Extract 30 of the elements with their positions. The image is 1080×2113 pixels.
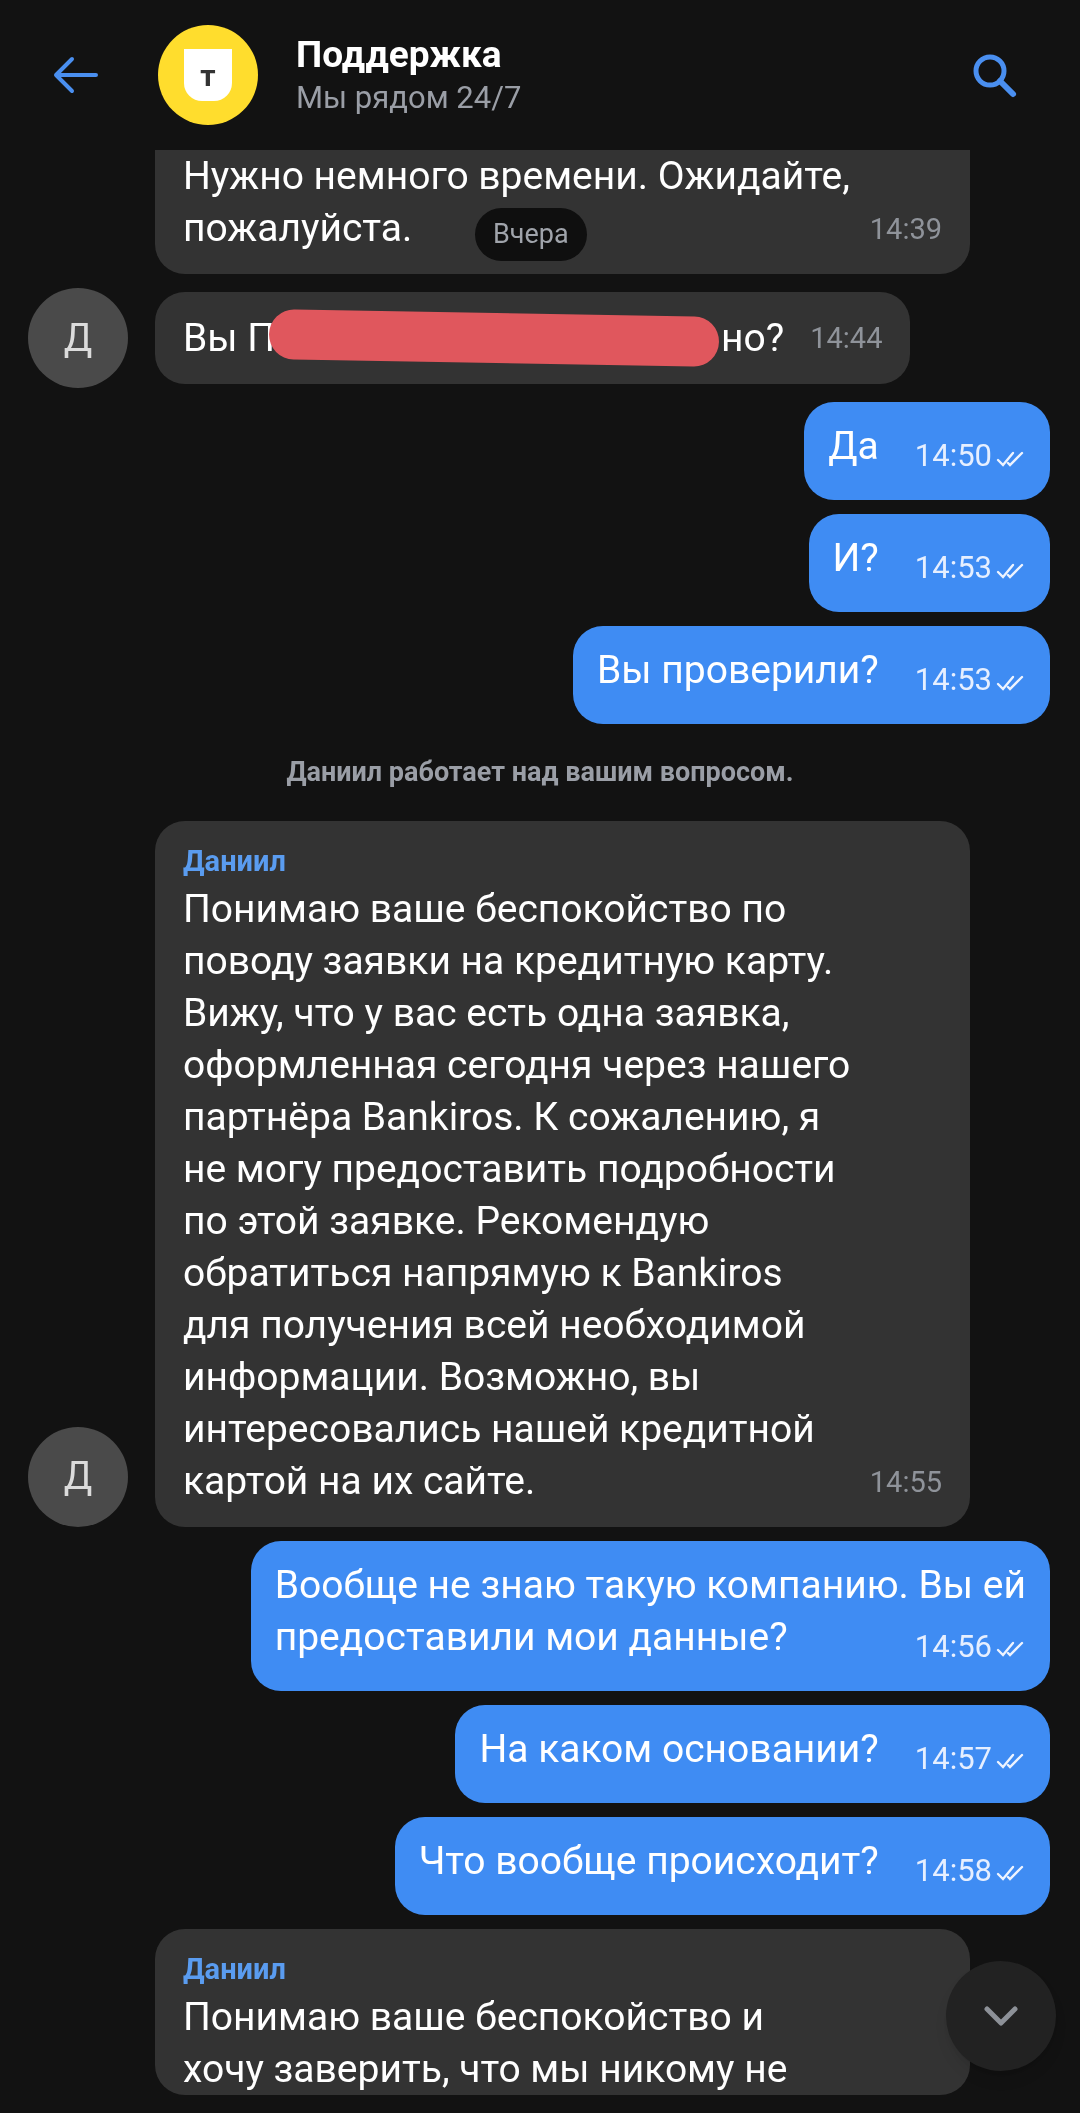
outgoing-message: И? 14:53 (808, 514, 1050, 612)
sender-name: Даниил (183, 842, 287, 880)
chat-title: Поддержка (296, 32, 503, 78)
message-time: 14:57 (914, 1741, 992, 1776)
message-text: Нужно немного времени. Ожидайте, (183, 153, 850, 199)
outgoing-message: Вы проверили? 14:53 (573, 626, 1050, 724)
chat-subtitle: Мы рядом 24/7 (296, 78, 522, 118)
message-time: 14:53 (914, 663, 992, 697)
outgoing-message: На каком основании? 14:57 (455, 1704, 1050, 1803)
system-notice: Даниил работает над вашим вопросом. (286, 755, 794, 790)
outgoing-message: Что вообще происходит? 14:58 (394, 1816, 1050, 1915)
message-text: Понимаю ваше беспокойство и хочу заверить, что мы никому не (183, 1993, 788, 2092)
sender-name: Даниил (183, 1950, 287, 1988)
message-time: 14:56 (914, 1629, 992, 1664)
avatar[interactable]: Д (28, 288, 128, 388)
message-time: 14:58 (914, 1853, 992, 1888)
avatar[interactable]: Д (28, 1426, 128, 1527)
message-time: 14:55 (869, 1464, 942, 1499)
message-time: 14:53 (914, 551, 992, 585)
logo: т (158, 25, 258, 125)
outgoing-message: Вообще не знаю такую компанию. Вы ей предоставили мои данные? 14:56 (250, 1540, 1050, 1691)
message-text: пожалуйста. (183, 205, 413, 251)
message-text: Понимаю ваше беспокойство по поводу заявки на кредитную карту. Вижу, что у вас есть одна заявка, оформленная сегодня через нашего партнёра Bankiros. К сожалению, я не могу предоставить подробности по этой заявке. Рекомендую обратиться напрямую к Bankiros для получения всей необходимой информации. Возможно, вы интересовались нашей кредитной картой на их сайте. (183, 885, 851, 1504)
message-time: 14:50 (914, 439, 992, 473)
message-time: 14:44 (810, 320, 883, 357)
date-pill: Вчера (475, 208, 587, 261)
chevron-down-icon (983, 2005, 1019, 2027)
message-text: но? (721, 314, 785, 363)
message-time: 14:39 (869, 212, 942, 246)
outgoing-message: Да 14:50 (804, 402, 1050, 500)
